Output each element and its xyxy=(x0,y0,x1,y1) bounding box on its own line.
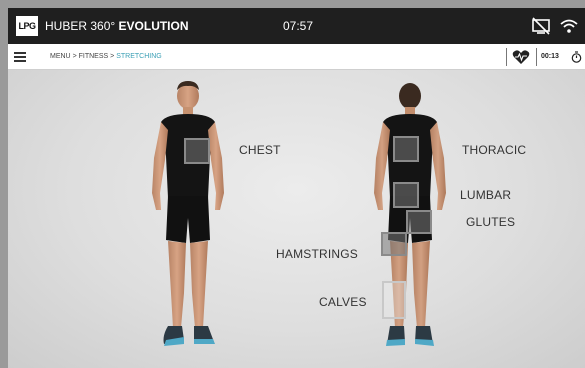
thoracic-zone[interactable] xyxy=(393,136,419,162)
breadcrumb-separator: > xyxy=(110,53,115,60)
chest-zone[interactable] xyxy=(184,138,210,164)
breadcrumb-current: STRETCHING xyxy=(116,53,162,60)
calves-zone[interactable] xyxy=(382,281,406,319)
divider xyxy=(536,48,537,66)
chest-label[interactable]: CHEST xyxy=(239,143,281,157)
app-window: LPG HUBER 360° EVOLUTION 07:57 MENU > FI… xyxy=(8,8,585,368)
breadcrumb: MENU > FITNESS > STRETCHING xyxy=(50,44,162,70)
divider xyxy=(506,48,507,66)
body-map: CHEST THORACIC LUMBAR GLUTES HAMSTRINGS … xyxy=(8,70,585,368)
lumbar-label[interactable]: LUMBAR xyxy=(460,188,511,202)
hamstrings-zone[interactable] xyxy=(381,232,407,256)
clock: 07:57 xyxy=(283,19,314,33)
screen-frame: LPG HUBER 360° EVOLUTION 07:57 MENU > FI… xyxy=(0,0,585,368)
breadcrumb-separator: > xyxy=(72,53,77,60)
calves-label[interactable]: CALVES xyxy=(319,295,367,309)
top-bar: LPG HUBER 360° EVOLUTION 07:57 xyxy=(8,8,585,44)
breadcrumb-menu[interactable]: MENU xyxy=(50,53,71,60)
breadcrumb-fitness[interactable]: FITNESS xyxy=(79,53,109,60)
thoracic-label[interactable]: THORACIC xyxy=(462,143,526,157)
app-title-suffix: EVOLUTION xyxy=(118,19,189,33)
front-body-figure xyxy=(152,81,224,346)
hamburger-menu-icon[interactable] xyxy=(13,50,27,64)
lumbar-zone[interactable] xyxy=(393,182,419,208)
stopwatch-icon[interactable] xyxy=(571,51,582,63)
app-title-prefix: HUBER 360° xyxy=(45,19,116,33)
session-timer: 00:13 xyxy=(541,53,559,60)
glutes-label[interactable]: GLUTES xyxy=(466,215,515,229)
app-title: HUBER 360° EVOLUTION xyxy=(45,8,189,44)
wifi-icon[interactable] xyxy=(559,17,579,35)
glutes-zone[interactable] xyxy=(406,210,432,234)
hamstrings-label[interactable]: HAMSTRINGS xyxy=(276,247,358,261)
screen-off-icon[interactable] xyxy=(531,17,551,35)
lpg-logo: LPG xyxy=(16,16,38,36)
heart-rate-icon[interactable] xyxy=(512,49,530,65)
nav-bar: MENU > FITNESS > STRETCHING 00:13 xyxy=(8,44,585,70)
